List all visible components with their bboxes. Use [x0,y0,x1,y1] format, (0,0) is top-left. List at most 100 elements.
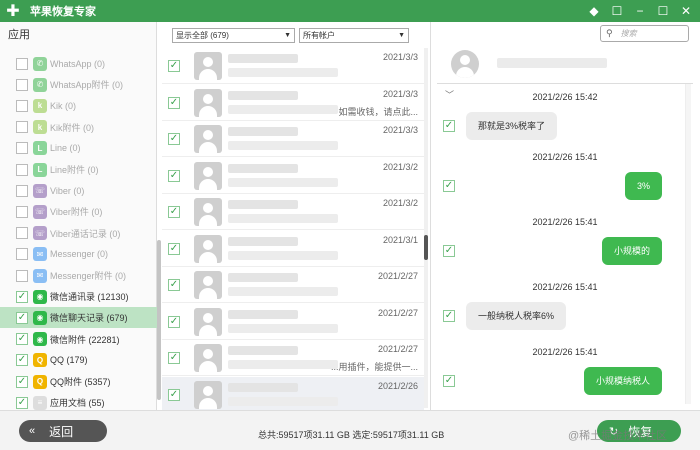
checkbox[interactable] [16,57,28,70]
sidebar-item[interactable]: ✆ WhatsApp附件 (0) [0,74,157,95]
contact-name-blurred [228,382,298,392]
conversation-scrollbar-track[interactable] [424,48,428,408]
sidebar-item[interactable]: ☏ Viber (0) [0,180,157,201]
list-item[interactable]: ✓ 2021/3/3 [162,121,424,157]
sidebar-item[interactable]: ✉ Messenger (0) [0,244,157,265]
sidebar-item[interactable]: ✓ ◉ 微信附件 (22281) [0,329,157,350]
checkbox[interactable]: ✓ [16,354,28,367]
close-icon[interactable]: ✕ [678,3,694,19]
contact-name-blurred [228,163,298,173]
plus-app-icon: ✚ [6,3,20,20]
contact-name-blurred [228,236,298,246]
search-input[interactable]: ⚲ 搜索 [600,25,689,42]
list-item[interactable]: ✓ 2021/3/3 如需收钱，请点此... [162,85,424,121]
message-checkbox[interactable]: ✓ [443,245,455,257]
contact-name-blurred [228,90,298,100]
list-item[interactable]: ✓ 2021/3/3 [162,48,424,84]
kik-icon: k [33,120,47,135]
diamond-icon[interactable]: ◆ [586,3,602,19]
checkbox[interactable]: ✓ [168,352,180,364]
sidebar-item[interactable]: ☏ Viber附件 (0) [0,201,157,222]
sidebar-item[interactable]: ✓ ◉ 微信通讯录 (12130) [0,286,157,307]
checkbox[interactable]: ✓ [168,315,180,328]
back-button-label: 返回 [49,424,74,439]
checkbox[interactable] [16,205,28,218]
viber-icon: ☏ [33,204,47,219]
minimize-icon[interactable]: − [632,3,648,19]
back-button[interactable]: « 返回 [19,420,107,442]
incoming-message-bubble: 那就是3%税率了 [466,112,558,140]
conversation-scrollbar-thumb[interactable] [424,235,428,260]
message-checkbox[interactable]: ✓ [443,310,455,322]
checkbox[interactable] [16,78,28,91]
sidebar-item[interactable]: L Line (0) [0,138,157,159]
message-preview-blurred [228,360,338,369]
sidebar-item[interactable]: k Kik附件 (0) [0,117,157,138]
kik-icon: k [33,98,47,113]
message-timestamp: 2021/2/26 15:41 [532,282,598,292]
checkbox[interactable] [16,121,28,134]
account-filter-select[interactable]: 所有帐户 ▼ [299,27,409,43]
message-preview-blurred [228,287,338,296]
checkbox[interactable] [16,248,28,261]
sidebar-item[interactable]: ☏ Viber通话记录 (0) [0,223,157,244]
checkbox[interactable] [16,99,28,112]
checkbox[interactable]: ✓ [168,133,180,145]
avatar [194,198,222,226]
conversation-date: 2021/2/27 [377,307,418,318]
line-icon: L [33,162,47,177]
sidebar-item[interactable]: ✉ Messenger附件 (0) [0,265,157,286]
checkbox[interactable]: ✓ [168,60,180,72]
checkbox[interactable] [16,269,28,282]
conversation-snippet: 如需收钱，请点此... [338,106,418,117]
checkbox[interactable] [16,184,28,197]
chat-icon[interactable]: ☐ [609,3,625,19]
status-text: 总共:59517项31.11 GB 选定:59517项31.11 GB [258,430,445,440]
checkbox[interactable]: ✓ [168,388,180,401]
sidebar-scrollbar[interactable] [157,240,161,400]
sidebar-item[interactable]: ✓ Q QQ (179) [0,350,157,371]
checkbox[interactable]: ✓ [16,396,28,409]
checkbox[interactable]: ✓ [16,290,28,303]
sidebar-item[interactable]: ✓ Q QQ附件 (5357) [0,371,157,392]
sidebar-item[interactable]: L Line附件 (0) [0,159,157,180]
checkbox[interactable]: ✓ [168,242,180,255]
show-filter-select[interactable]: 显示全部 (679) ▼ [172,27,295,43]
checkbox[interactable] [16,227,28,240]
chevron-down-icon: ▼ [398,31,405,39]
list-item[interactable]: ✓ 2021/2/27 [162,267,424,303]
checkbox[interactable] [16,142,28,155]
sidebar-item[interactable]: ✓ ◉ 微信聊天记录 (679) [0,307,157,329]
sidebar-item[interactable]: ✆ WhatsApp (0) [0,53,157,74]
checkbox[interactable]: ✓ [168,169,180,182]
sidebar-item-label: QQ附件 (5357) [50,377,111,387]
list-item[interactable]: ✓ 2021/3/1 [162,231,424,267]
maximize-icon[interactable]: ☐ [655,3,671,19]
checkbox[interactable]: ✓ [168,96,180,109]
message-timestamp: 2021/2/26 15:42 [532,92,598,102]
list-item[interactable]: ✓ 2021/2/26 [162,376,424,413]
sidebar-item-label: Line附件 (0) [50,165,99,175]
list-item[interactable]: ✓ 2021/2/27 ...用插件，能提供一... [162,340,424,376]
chat-scrollbar[interactable] [685,84,691,404]
checkbox[interactable]: ✓ [16,375,28,388]
checkbox[interactable]: ✓ [168,279,180,291]
list-item[interactable]: ✓ 2021/3/2 [162,194,424,230]
sidebar-item-label: WhatsApp附件 (0) [50,80,124,91]
checkbox[interactable]: ✓ [168,206,180,218]
app-title: 苹果恢复专家 [30,6,96,18]
message-checkbox[interactable]: ✓ [443,375,455,387]
checkbox[interactable]: ✓ [16,311,28,324]
avatar [194,380,222,409]
sidebar-item[interactable]: k Kik (0) [0,95,157,116]
checkbox[interactable]: ✓ [16,333,28,346]
account-filter-value: 所有帐户 [303,30,335,40]
message-timestamp: 2021/2/26 15:41 [532,217,598,227]
list-item[interactable]: ✓ 2021/2/27 [162,304,424,340]
message-checkbox[interactable]: ✓ [443,180,455,192]
list-item[interactable]: ✓ 2021/3/2 [162,158,424,194]
show-filter-value: 显示全部 (679) [176,30,229,40]
message-checkbox[interactable]: ✓ [443,120,455,132]
message-timestamp: 2021/2/26 15:41 [532,347,598,357]
checkbox[interactable] [16,163,28,176]
